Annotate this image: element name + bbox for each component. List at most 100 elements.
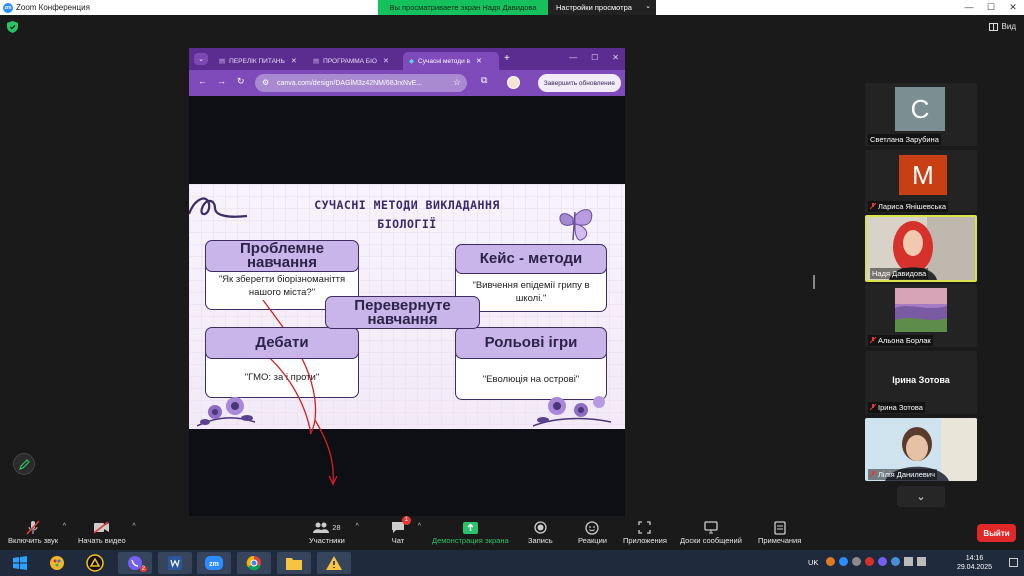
view-grid-icon (988, 22, 998, 31)
close-tab-icon[interactable]: ✕ (291, 57, 297, 65)
view-button[interactable]: Вид (988, 22, 1016, 31)
browser-tab[interactable]: ▤ ПЕРЕЛІК ПИТАНЬ ✕ (213, 52, 305, 70)
window-title: Zoom Конференция (16, 3, 90, 12)
muted-mic-icon (870, 337, 876, 344)
taskbar-app-viber[interactable]: 2 (118, 552, 152, 574)
yandex-browser-icon (86, 554, 104, 572)
slide-title-line1: СУЧАСНІ МЕТОДИ ВИКЛАДАННЯ (314, 198, 500, 212)
reactions-button[interactable]: Реакции (578, 519, 607, 545)
taskbar-app-browser[interactable] (78, 552, 112, 574)
warning-icon (326, 556, 342, 570)
network-icon[interactable] (904, 557, 913, 566)
start-video-button[interactable]: Начать видео ^ (78, 519, 136, 545)
browser-minimize-icon[interactable]: — (569, 53, 577, 62)
taskbar-app-paint[interactable] (40, 552, 74, 574)
caret-up-icon[interactable]: ^ (132, 523, 135, 530)
chrome-icon (246, 555, 261, 571)
zoom-app-icon: zm (205, 556, 223, 570)
participant-name-label: Ірина Зотова (868, 402, 925, 413)
participant-tile[interactable]: Лілія Данилевич (865, 418, 977, 481)
zoom-window: zm Zoom Конференция Вы просматриваете эк… (0, 0, 1024, 576)
tray-viber-icon[interactable] (878, 557, 887, 566)
participant-tile[interactable]: Ірина Зотова Ірина Зотова (865, 351, 977, 414)
record-button[interactable]: Запись (528, 519, 553, 545)
finish-update-button[interactable]: Завершить обновление (537, 74, 621, 92)
minimize-button[interactable]: — (958, 0, 980, 15)
tab-label: ПЕРЕЛІК ПИТАНЬ (229, 57, 285, 65)
browser-tab[interactable]: ▤ ПРОГРАММА БІО ✕ (307, 52, 399, 70)
card-head: Кейс - методи (455, 244, 607, 274)
participant-avatar: С (895, 87, 945, 131)
maximize-button[interactable]: ☐ (980, 0, 1002, 15)
leave-button[interactable]: Выйти (977, 524, 1016, 542)
apps-label: Приложения (623, 536, 667, 545)
tray-app-icon[interactable] (852, 557, 861, 566)
chat-button[interactable]: 1 Чат ^ (391, 516, 421, 545)
annotate-button[interactable] (13, 453, 35, 475)
taskbar-app-chrome[interactable] (237, 552, 271, 574)
system-clock[interactable]: 14:16 29.04.2025 (957, 554, 992, 572)
participant-avatar: М (899, 155, 947, 195)
participant-tile[interactable]: М Лариса Янішевська (865, 150, 977, 213)
security-shield-icon[interactable] (7, 21, 18, 33)
close-button[interactable]: ✕ (1002, 0, 1024, 15)
extensions-icon[interactable]: ⧉ (481, 75, 487, 86)
tray-zoom-icon[interactable] (839, 557, 848, 566)
site-info-icon[interactable]: ⚙ (262, 78, 269, 87)
taskbar-app-word[interactable] (158, 552, 192, 574)
participant-tile[interactable]: Альона Борлак (865, 284, 977, 347)
reload-icon[interactable]: ↻ (237, 76, 245, 87)
taskbar-app-explorer[interactable] (277, 552, 311, 574)
browser-maximize-icon[interactable]: ☐ (591, 53, 598, 62)
participant-tile-active-speaker[interactable]: Надя Давидова (865, 215, 977, 282)
close-tab-icon[interactable]: ✕ (476, 57, 482, 65)
profile-avatar[interactable] (507, 76, 520, 89)
volume-icon[interactable] (917, 557, 926, 566)
doc-icon: ▤ (219, 58, 226, 65)
participant-name-center: Ірина Зотова (892, 375, 950, 385)
window-controls: — ☐ ✕ (958, 0, 1024, 15)
participant-photo (895, 288, 947, 332)
address-bar[interactable]: ⚙ canva.com/design/DAGlM3z42NM/68JrxNvE.… (255, 74, 467, 92)
taskbar-app-zoom[interactable]: zm (197, 552, 231, 574)
caret-up-icon[interactable]: ^ (63, 523, 66, 530)
notes-button[interactable]: Примечания (758, 519, 801, 545)
participant-tile[interactable]: С Светлана Зарубина (865, 83, 977, 146)
browser-tab-active[interactable]: ◆ Сучасні методи в ✕ (403, 52, 499, 70)
tray-app-icon[interactable] (826, 557, 835, 566)
back-arrow-icon[interactable]: ← (198, 76, 207, 86)
caret-up-icon[interactable]: ^ (418, 523, 421, 530)
share-screen-button[interactable]: Демонстрация экрана (432, 519, 509, 545)
tray-app-icon[interactable] (891, 557, 900, 566)
zoom-logo-icon: zm (3, 2, 13, 13)
view-options-dropdown[interactable]: Настройки просмотра ⌄ (548, 0, 656, 15)
browser-close-icon[interactable]: ✕ (612, 53, 619, 62)
taskbar-app-warning[interactable] (317, 552, 351, 574)
canva-icon: ◆ (409, 58, 414, 65)
participant-name-label: Лариса Янішевська (868, 201, 949, 212)
bookmark-star-icon[interactable]: ☆ (453, 77, 461, 88)
muted-mic-icon (870, 404, 876, 411)
apps-button[interactable]: Приложения (623, 519, 667, 545)
forward-arrow-icon[interactable]: → (217, 76, 226, 86)
tray-app-icon[interactable] (865, 557, 874, 566)
video-off-icon (93, 519, 110, 536)
record-label: Запись (528, 536, 553, 545)
notifications-icon[interactable] (1009, 558, 1018, 567)
folder-icon (286, 558, 302, 570)
panel-resize-handle[interactable] (813, 275, 815, 289)
language-indicator[interactable]: UK (808, 558, 818, 567)
new-tab-icon[interactable]: + (504, 53, 510, 64)
unmute-button[interactable]: Включить звук ^ (8, 519, 66, 545)
participant-name-label: Альона Борлак (868, 335, 933, 346)
paint-app-icon (50, 556, 64, 570)
whiteboard-icon (704, 519, 718, 536)
close-tab-icon[interactable]: ✕ (383, 57, 389, 65)
tab-search-button[interactable]: ⌄ (194, 53, 208, 65)
participants-button[interactable]: 28 Участники ^ (309, 519, 359, 545)
caret-up-icon[interactable]: ^ (356, 523, 359, 530)
card-head: Перевернуте навчання (325, 296, 480, 329)
start-button[interactable] (3, 552, 37, 574)
whiteboards-button[interactable]: Доски сообщений (680, 519, 742, 545)
scroll-participants-down-button[interactable]: ⌄ (897, 486, 945, 507)
